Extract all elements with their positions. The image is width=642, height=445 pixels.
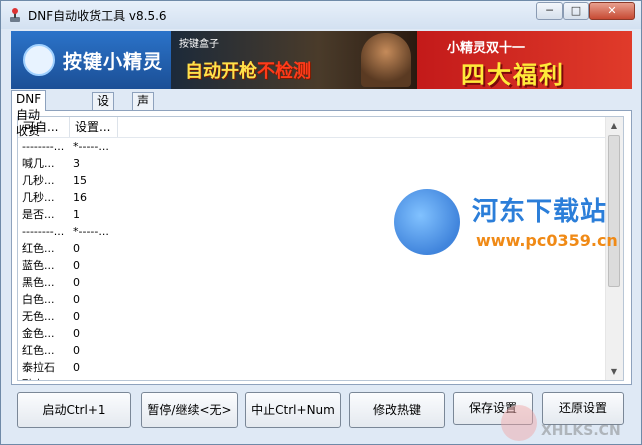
vertical-scrollbar[interactable]: ▲ ▼ xyxy=(605,117,623,380)
corner-watermark-text: XHLKS.CN xyxy=(541,423,621,439)
list-item-name: 金色... xyxy=(22,327,55,340)
joystick-icon xyxy=(10,8,20,22)
minimize-button[interactable]: ─ xyxy=(536,2,563,20)
list-item-name: --------... xyxy=(22,225,65,238)
list-item[interactable]: 红色... 0 xyxy=(18,342,608,359)
scroll-up-icon[interactable]: ▲ xyxy=(606,117,622,134)
column-header-setting[interactable]: 设置... xyxy=(70,117,118,137)
list-item-value: 0 xyxy=(73,327,80,340)
ad-slogan: 自动开枪不检测 xyxy=(185,57,311,83)
list-item-name: 蓝色... xyxy=(22,259,55,272)
list-item-name: --------... xyxy=(22,140,65,153)
list-item-name: 是否... xyxy=(22,208,55,221)
list-item[interactable]: 喊几... 3 xyxy=(18,155,608,172)
ad-slogan-part-b: 不检测 xyxy=(257,61,311,82)
tab-dnf-auto-collect[interactable]: DNF自动收货 xyxy=(11,90,47,138)
tab-settings[interactable]: 设置 xyxy=(92,92,115,124)
list-item-value: 0 xyxy=(73,361,80,374)
tab-statement[interactable]: 声明 xyxy=(132,92,155,124)
list-item[interactable]: 白色... 0 xyxy=(18,291,608,308)
list-item-name: 白色... xyxy=(22,293,55,306)
ad-gun-banner[interactable]: 按键盒子 自动开枪不检测 xyxy=(171,31,417,89)
list-item-name: 红色... xyxy=(22,242,55,255)
list-item-value: 0 xyxy=(73,259,80,272)
list-item-name: 黑色... xyxy=(22,276,55,289)
list-item-value: 0 xyxy=(73,344,80,357)
settings-list[interactable]: 可自... 设置... --------... *-----... 喊几... 3 几秒… xyxy=(17,116,624,381)
list-item-value: 0 xyxy=(73,242,80,255)
list-header: 可自... 设置... xyxy=(18,117,608,138)
list-item[interactable]: 几秒... 16 xyxy=(18,189,608,206)
list-item[interactable]: 黑色... 0 xyxy=(18,274,608,291)
list-item-name: 融史... xyxy=(22,376,55,380)
list-item[interactable]: 泰拉石 0 xyxy=(18,359,608,376)
app-window: DNF自动收货工具 v8.5.6 ─ □ ✕ 按键小精灵 按键盒子 自动开枪不检… xyxy=(0,0,642,445)
list-item-value: 15 xyxy=(73,174,87,187)
edit-hotkey-button[interactable]: 修改热键 xyxy=(349,392,445,428)
ad-slogan-part-a: 自动开枪 xyxy=(185,61,257,82)
restore-settings-button[interactable]: 还原设置 xyxy=(542,392,624,425)
list-item-value: 0 xyxy=(73,376,80,380)
list-rows: --------... *-----... 喊几... 3 几秒... 15 几秒... 16… xyxy=(18,138,608,380)
close-button[interactable]: ✕ xyxy=(589,2,635,20)
title-bar[interactable]: DNF自动收货工具 v8.5.6 ─ □ ✕ xyxy=(1,1,641,29)
list-item-value: *-----... xyxy=(73,225,109,238)
scroll-thumb[interactable] xyxy=(608,135,620,287)
list-item[interactable]: 是否... 1 xyxy=(18,206,608,223)
list-item[interactable]: --------... *-----... xyxy=(18,138,608,155)
list-item-value: *-----... xyxy=(73,140,109,153)
promo-subtitle: 小精灵双十一 xyxy=(447,41,526,56)
list-item-name: 泰拉石 xyxy=(22,361,55,374)
brand-logo-text: 按键小精灵 xyxy=(63,51,164,73)
pause-resume-button[interactable]: 暂停/继续<无> xyxy=(141,392,238,428)
list-item[interactable]: 融史... 0 xyxy=(18,376,608,380)
list-item[interactable]: 红色... 0 xyxy=(18,240,608,257)
list-item[interactable]: --------... *-----... xyxy=(18,223,608,240)
list-item-value: 1 xyxy=(73,208,80,221)
list-item[interactable]: 金色... 0 xyxy=(18,325,608,342)
list-item-name: 几秒... xyxy=(22,174,55,187)
list-item-name: 几秒... xyxy=(22,191,55,204)
ad-banner: 按键小精灵 按键盒子 自动开枪不检测 小精灵双十一 四大福利 xyxy=(11,31,632,89)
soldier-image xyxy=(361,33,411,87)
brand-logo[interactable]: 按键小精灵 xyxy=(11,31,171,89)
maximize-button[interactable]: □ xyxy=(563,2,589,20)
ad-brand-label: 按键盒子 xyxy=(179,39,219,50)
list-item-value: 0 xyxy=(73,276,80,289)
list-item-value: 16 xyxy=(73,191,87,204)
spirit-logo-icon xyxy=(23,44,55,76)
window-title: DNF自动收货工具 v8.5.6 xyxy=(28,9,167,23)
list-item-name: 红色... xyxy=(22,344,55,357)
list-item[interactable]: 无色... 0 xyxy=(18,308,608,325)
tab-panel: 可自... 设置... --------... *-----... 喊几... 3 几秒… xyxy=(11,110,632,385)
scroll-down-icon[interactable]: ▼ xyxy=(606,363,622,380)
list-item-name: 无色... xyxy=(22,310,55,323)
list-item-name: 喊几... xyxy=(22,157,55,170)
list-item[interactable]: 蓝色... 0 xyxy=(18,257,608,274)
start-button[interactable]: 启动Ctrl+1 xyxy=(17,392,131,428)
stop-button[interactable]: 中止Ctrl+Num xyxy=(245,392,341,428)
list-item-value: 0 xyxy=(73,310,80,323)
ad-promo-banner[interactable]: 小精灵双十一 四大福利 xyxy=(417,31,632,89)
list-item[interactable]: 几秒... 15 xyxy=(18,172,608,189)
save-settings-button[interactable]: 保存设置 xyxy=(453,392,533,425)
list-item-value: 3 xyxy=(73,157,80,170)
list-item-value: 0 xyxy=(73,293,80,306)
promo-title: 四大福利 xyxy=(461,61,565,89)
